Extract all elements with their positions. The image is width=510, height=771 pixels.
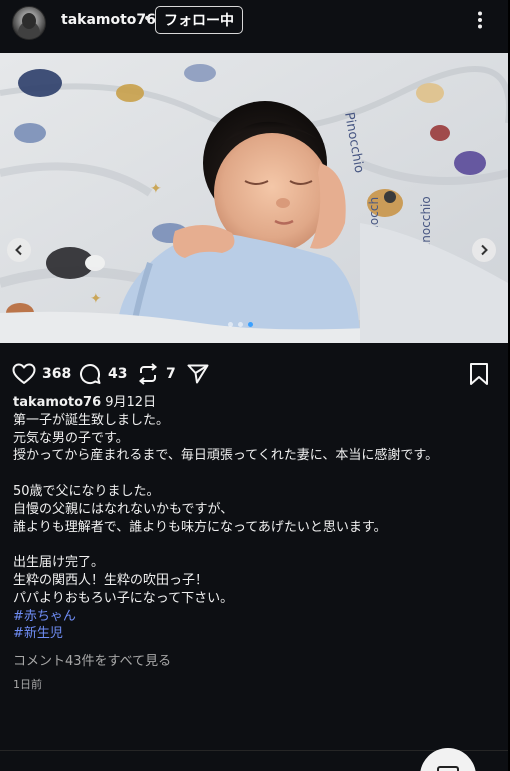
repost-icon — [138, 363, 158, 385]
send-icon — [187, 364, 209, 384]
post-timestamp: 1日前 — [13, 678, 42, 691]
caption-line: 第一子が誕生致しました。 — [13, 412, 170, 428]
caption-line: 生粋の関西人！生粋の吹田っ子！ — [13, 572, 209, 588]
post-header: takamoto76 • フォロー中 — [0, 0, 510, 44]
carousel-dot — [238, 322, 243, 327]
carousel-dot-active — [248, 322, 253, 327]
hashtag-link[interactable]: #赤ちゃん — [13, 608, 498, 626]
floating-action-button[interactable] — [420, 748, 476, 771]
caption-line: パパよりおもろい子になって下さい。 — [13, 590, 234, 606]
caption-line: 元気な男の子です。 — [13, 430, 129, 446]
repost-button[interactable]: 7 — [136, 361, 176, 387]
baby-photo-image: Pinocchio Pinocch Pinocchio ✦ ✦ — [0, 53, 508, 343]
username-link[interactable]: takamoto76 — [61, 12, 156, 28]
heart-icon — [12, 363, 36, 384]
chevron-left-icon — [15, 244, 22, 256]
share-button[interactable] — [186, 361, 210, 387]
like-count: 368 — [42, 366, 72, 382]
bookmark-button[interactable] — [468, 361, 490, 387]
chevron-right-icon — [481, 244, 488, 256]
action-bar: 368 43 7 — [12, 361, 502, 387]
comment-count: 43 — [108, 366, 128, 382]
caption-date: 9月12日 — [105, 395, 157, 410]
post-caption: takamoto76 9月12日 第一子が誕生致しました。 元気な男の子です。 … — [13, 394, 498, 643]
carousel-indicator — [228, 322, 253, 327]
carousel-prev-button[interactable] — [7, 238, 31, 262]
caption-author[interactable]: takamoto76 — [13, 395, 101, 410]
comment-icon — [80, 364, 101, 385]
caption-line: 誰よりも理解者で、誰よりも味方になってあげたいと思います。 — [13, 519, 387, 535]
post-photo[interactable]: Pinocchio Pinocch Pinocchio ✦ ✦ — [0, 53, 508, 343]
carousel-dot — [228, 322, 233, 327]
separator-dot: • — [143, 11, 152, 27]
carousel-next-button[interactable] — [472, 238, 496, 262]
post-view: takamoto76 • フォロー中 Pinocchio Pinocch Pin… — [0, 0, 510, 771]
message-icon — [437, 766, 459, 771]
following-button[interactable]: フォロー中 — [155, 6, 243, 34]
more-vertical-icon[interactable] — [470, 10, 490, 30]
svg-text:✦: ✦ — [90, 291, 102, 307]
avatar[interactable] — [12, 6, 46, 40]
caption-line: 自慢の父親にはなれないかもですが、 — [13, 501, 234, 517]
view-all-comments-link[interactable]: コメント43件をすべて見る — [13, 650, 171, 669]
bookmark-icon — [470, 363, 488, 385]
repost-count: 7 — [166, 366, 176, 382]
caption-line: 授かってから産まれるまで、毎日頑張ってくれた妻に、本当に感謝です。 — [13, 448, 439, 464]
caption-line: 出生届け完了。 — [13, 555, 105, 571]
caption-line: 50歳で父になりました。 — [13, 483, 160, 499]
svg-text:✦: ✦ — [150, 181, 162, 197]
comment-button[interactable]: 43 — [78, 361, 127, 387]
hashtag-link[interactable]: #新生児 — [13, 625, 498, 643]
like-button[interactable]: 368 — [12, 361, 71, 387]
